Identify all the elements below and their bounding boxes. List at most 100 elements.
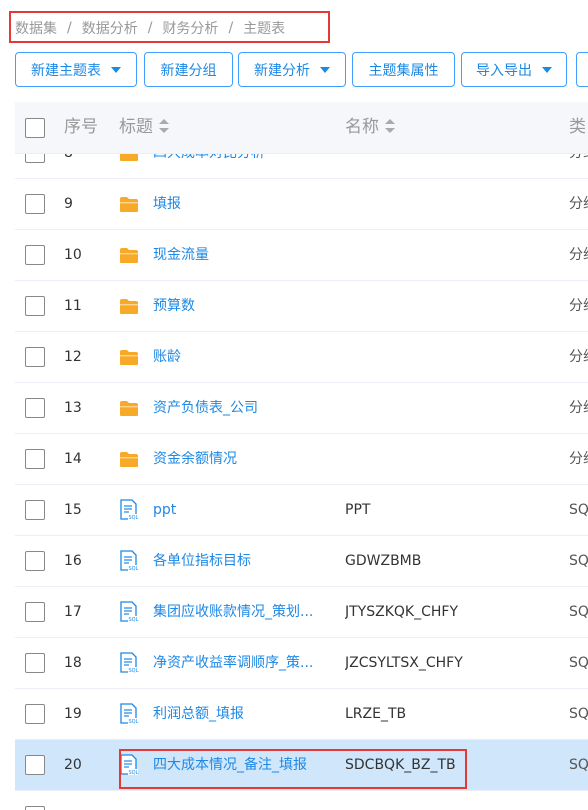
- sort-icon[interactable]: [385, 119, 395, 133]
- folder-icon: [119, 281, 141, 331]
- row-checkbox[interactable]: [25, 806, 45, 810]
- row-title-link[interactable]: 资产负债表_公司: [153, 383, 325, 433]
- row-title-link[interactable]: ppt: [153, 485, 325, 535]
- breadcrumb-financial-analysis[interactable]: 财务分析: [162, 18, 218, 38]
- table-row[interactable]: 9 填报 分组: [15, 179, 588, 230]
- table-row[interactable]: 17 SQL 集团应收账款情况_策划... JTYSZKQK_CHFY SQL: [15, 587, 588, 638]
- row-title-link[interactable]: 各单位指标目标: [153, 536, 325, 586]
- row-name: [345, 230, 555, 280]
- table-row[interactable]: 13 资产负债表_公司 分组: [15, 383, 588, 434]
- sql-file-icon: SQL: [119, 638, 141, 688]
- row-name: SDCBQK_BZ_TB: [345, 757, 456, 773]
- new-analysis-button[interactable]: 新建分析: [238, 52, 346, 87]
- row-checkbox[interactable]: [25, 398, 45, 418]
- breadcrumb-data-analysis[interactable]: 数据分析: [82, 18, 138, 38]
- row-checkbox[interactable]: [25, 194, 45, 214]
- row-title-link[interactable]: 四大成本情况_备注_填报: [153, 740, 325, 790]
- import-export-button[interactable]: 导入导出: [461, 52, 567, 87]
- table-row[interactable]: 10 现金流量 分组: [15, 230, 588, 281]
- sql-file-icon: SQL: [119, 587, 141, 637]
- row-name: [345, 179, 555, 229]
- row-name: [345, 332, 555, 382]
- dataset-properties-label: 主题集属性: [368, 62, 439, 79]
- breadcrumb-separator: /: [147, 20, 153, 36]
- row-title-link[interactable]: 利润总额_填报: [153, 689, 325, 739]
- table-row[interactable]: 14 资金余额情况 分组: [15, 434, 588, 485]
- row-title-link[interactable]: 现金流量: [153, 230, 325, 280]
- header-name[interactable]: 名称: [345, 102, 395, 153]
- folder-icon: [119, 230, 141, 280]
- table-row[interactable]: 18 SQL 净资产收益率调顺序_策... JZCSYLTSX_CHFY SQL: [15, 638, 588, 689]
- new-topic-table-label: 新建主题表: [31, 62, 101, 79]
- table-row[interactable]: 15 SQL ppt PPT SQL: [15, 485, 588, 536]
- breadcrumb-datasets[interactable]: 数据集: [15, 18, 57, 38]
- new-topic-table-button[interactable]: 新建主题表: [15, 52, 137, 87]
- svg-text:SQL: SQL: [129, 770, 139, 776]
- folder-icon: [119, 332, 141, 382]
- table-row[interactable]: 20 SQL 四大成本情况_备注_填报 SDCBQK_BZ_TB SQL: [15, 740, 588, 791]
- row-name: JTYSZKQK_CHFY: [345, 604, 458, 620]
- row-title-link[interactable]: 填报: [153, 179, 325, 229]
- row-checkbox[interactable]: [25, 602, 45, 622]
- row-index: 17: [64, 604, 82, 620]
- dataset-properties-button[interactable]: 主题集属性: [352, 52, 455, 87]
- svg-text:SQL: SQL: [129, 566, 139, 572]
- folder-icon: [119, 434, 141, 484]
- row-type: SQL: [569, 553, 588, 569]
- row-checkbox[interactable]: [25, 755, 45, 775]
- table-row[interactable]: 11 预算数 分组: [15, 281, 588, 332]
- row-name: PPT: [345, 502, 371, 518]
- row-type: SQL: [569, 757, 588, 773]
- row-type: 分组: [569, 298, 588, 314]
- row-index: 18: [64, 655, 82, 671]
- header-type: 类: [569, 117, 586, 137]
- row-title-link[interactable]: 净资产收益率调顺序_策...: [153, 638, 325, 688]
- more-toolbar-button[interactable]: [576, 52, 588, 87]
- row-checkbox[interactable]: [25, 296, 45, 316]
- row-title-link[interactable]: 资金余额情况: [153, 434, 325, 484]
- svg-text:SQL: SQL: [129, 719, 139, 725]
- row-checkbox[interactable]: [25, 245, 45, 265]
- select-all-checkbox[interactable]: [25, 118, 45, 138]
- row-name: [345, 281, 555, 331]
- header-title-label: 标题: [119, 117, 153, 137]
- row-checkbox[interactable]: [25, 653, 45, 673]
- svg-text:SQL: SQL: [129, 617, 139, 623]
- breadcrumb-separator: /: [67, 20, 72, 36]
- row-checkbox[interactable]: [25, 704, 45, 724]
- row-type: 分组: [569, 349, 588, 365]
- row-index: 8: [64, 154, 73, 178]
- row-type: [569, 791, 588, 810]
- row-index: 15: [64, 502, 82, 518]
- header-title[interactable]: 标题: [119, 102, 169, 153]
- row-index: 14: [64, 451, 82, 467]
- row-title-link[interactable]: 预算数: [153, 281, 325, 331]
- table-row[interactable]: 16 SQL 各单位指标目标 GDWZBMB SQL: [15, 536, 588, 587]
- row-name: [345, 383, 555, 433]
- folder-icon: [119, 154, 141, 178]
- row-title-link[interactable]: 账龄: [153, 332, 325, 382]
- row-title-link[interactable]: 集团应收账款情况_策划...: [153, 587, 325, 637]
- table-row[interactable]: 8 四大成本对比分析 分组: [15, 154, 588, 179]
- row-type: SQL: [569, 706, 588, 722]
- svg-text:SQL: SQL: [129, 668, 139, 674]
- blank-icon: [119, 791, 141, 810]
- row-checkbox[interactable]: [25, 551, 45, 571]
- row-index: 12: [64, 349, 82, 365]
- row-index: 19: [64, 706, 82, 722]
- row-checkbox[interactable]: [25, 154, 45, 163]
- row-type: SQL: [569, 502, 588, 518]
- sort-icon[interactable]: [159, 119, 169, 133]
- row-title-link[interactable]: 四大成本对比分析: [153, 154, 325, 178]
- caret-down-icon: [542, 66, 552, 73]
- new-group-button[interactable]: 新建分组: [144, 52, 233, 87]
- row-type: SQL: [569, 604, 588, 620]
- row-checkbox[interactable]: [25, 500, 45, 520]
- table-row[interactable]: 12 账龄 分组: [15, 332, 588, 383]
- sql-file-icon: SQL: [119, 740, 141, 790]
- table-row[interactable]: [15, 791, 588, 810]
- row-checkbox[interactable]: [25, 449, 45, 469]
- row-checkbox[interactable]: [25, 347, 45, 367]
- table-row[interactable]: 19 SQL 利润总额_填报 LRZE_TB SQL: [15, 689, 588, 740]
- row-title-link[interactable]: [153, 791, 325, 810]
